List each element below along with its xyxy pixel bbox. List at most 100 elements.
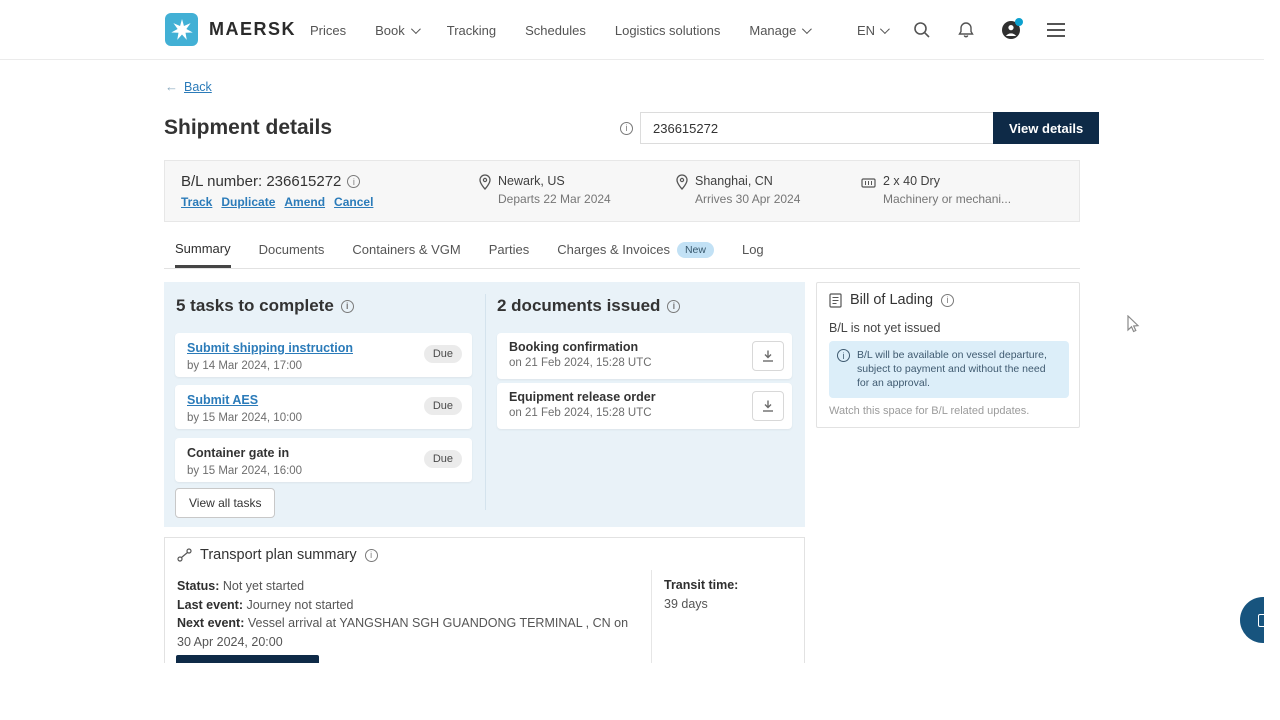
shipment-search: View details (620, 112, 1099, 144)
task-card: Submit shipping instruction by 14 Mar 20… (175, 333, 472, 377)
chat-widget-button[interactable] (1240, 597, 1264, 643)
bl-footnote: Watch this space for B/L related updates… (829, 405, 1029, 417)
document-date: on 21 Feb 2024, 15:28 UTC (509, 407, 782, 419)
bl-summary-bar: B/L number: 236615272 Track Duplicate Am… (164, 160, 1080, 222)
tab-containers-vgm[interactable]: Containers & VGM (352, 240, 460, 268)
bl-number: B/L number: 236615272 (181, 173, 373, 190)
destination-arrival: Arrives 30 Apr 2024 (695, 192, 800, 206)
tasks-documents-panel: 5 tasks to complete Submit shipping inst… (164, 282, 805, 527)
tab-parties[interactable]: Parties (489, 240, 529, 268)
shipment-number-input[interactable] (640, 112, 993, 144)
chevron-down-icon (411, 24, 421, 34)
top-navigation-bar: MAERSK Prices Book Tracking Schedules Lo… (0, 0, 1264, 60)
nav-item-manage[interactable]: Manage (749, 23, 809, 38)
info-icon[interactable] (365, 549, 378, 562)
transport-plan-heading: Transport plan summary (177, 547, 378, 563)
download-icon[interactable] (752, 391, 784, 421)
bill-of-lading-heading: Bill of Lading (829, 292, 954, 308)
document-clipboard-icon (829, 293, 842, 308)
chevron-down-icon (802, 24, 812, 34)
info-icon[interactable] (941, 294, 954, 307)
nav-item-logistics-solutions[interactable]: Logistics solutions (615, 23, 721, 38)
destination-city: Shanghai, CN (695, 174, 800, 188)
document-date: on 21 Feb 2024, 15:28 UTC (509, 357, 782, 369)
destination-info: Shanghai, CN Arrives 30 Apr 2024 (676, 174, 800, 206)
panel-divider (485, 294, 486, 510)
maersk-logo[interactable]: MAERSK (165, 13, 296, 46)
avatar-status-dot (1015, 18, 1023, 26)
nav-item-book[interactable]: Book (375, 23, 418, 38)
bl-actions: Track Duplicate Amend Cancel (181, 195, 373, 209)
mouse-cursor (1126, 315, 1140, 335)
task-due-date: by 15 Mar 2024, 16:00 (187, 465, 462, 477)
account-avatar-icon[interactable] (1001, 20, 1021, 40)
due-badge: Due (424, 345, 462, 363)
task-due-date: by 14 Mar 2024, 17:00 (187, 360, 462, 372)
tab-log[interactable]: Log (742, 240, 764, 268)
download-icon[interactable] (752, 341, 784, 371)
origin-city: Newark, US (498, 174, 611, 188)
bill-of-lading-panel: Bill of Lading B/L is not yet issued B/L… (816, 282, 1080, 428)
due-badge: Due (424, 450, 462, 468)
brand-name: MAERSK (209, 19, 296, 40)
status-line: Status: Not yet started (177, 577, 639, 596)
origin-departure: Departs 22 Mar 2024 (498, 192, 611, 206)
browser-viewport: MAERSK Prices Book Tracking Schedules Lo… (0, 0, 1264, 663)
document-title: Equipment release order (509, 390, 782, 404)
info-icon[interactable] (620, 122, 633, 135)
due-badge: Due (424, 397, 462, 415)
origin-info: Newark, US Departs 22 Mar 2024 (479, 174, 611, 206)
chat-widget-icon (1258, 614, 1264, 627)
page-title: Shipment details (164, 116, 332, 140)
back-arrow-icon: ← (165, 79, 178, 94)
container-icon (861, 176, 876, 190)
track-link[interactable]: Track (181, 195, 212, 209)
cargo-info: 2 x 40 DryMachinery or mechani... (861, 174, 1011, 206)
nav-item-prices[interactable]: Prices (310, 23, 346, 38)
location-pin-icon (479, 174, 491, 190)
task-due-date: by 15 Mar 2024, 10:00 (187, 412, 462, 424)
task-card: Container gate in by 15 Mar 2024, 16:00 … (175, 438, 472, 482)
info-icon[interactable] (341, 300, 354, 313)
header-utilities: EN (857, 0, 1065, 60)
menu-hamburger-icon[interactable] (1047, 23, 1065, 37)
view-all-tasks-button[interactable]: View all tasks (175, 488, 275, 518)
bl-status-text: B/L is not yet issued (829, 321, 940, 335)
cancel-link[interactable]: Cancel (334, 195, 373, 209)
info-icon[interactable] (667, 300, 680, 313)
location-pin-icon (676, 174, 688, 190)
last-event-line: Last event: Journey not started (177, 596, 639, 615)
nav-item-schedules[interactable]: Schedules (525, 23, 586, 38)
card-divider (651, 570, 652, 663)
nav-item-tracking[interactable]: Tracking (447, 23, 496, 38)
amend-link[interactable]: Amend (284, 195, 325, 209)
bl-info-box: B/L will be available on vessel departur… (829, 341, 1069, 398)
info-icon[interactable] (347, 175, 360, 188)
tab-charges-invoices[interactable]: Charges & InvoicesNew (557, 240, 714, 268)
main-nav: Prices Book Tracking Schedules Logistics… (310, 0, 809, 60)
transport-plan-card: Transport plan summary Status: Not yet s… (164, 537, 805, 663)
back-link[interactable]: ← Back (165, 79, 212, 94)
transport-plan-action-button[interactable] (176, 655, 319, 663)
chevron-down-icon (880, 24, 890, 34)
search-icon[interactable] (913, 21, 931, 39)
language-selector[interactable]: EN (857, 23, 887, 38)
view-details-button[interactable]: View details (993, 112, 1099, 144)
cargo-description: Machinery or mechani... (883, 192, 1011, 206)
transit-time-label: Transit time: (664, 578, 738, 592)
new-badge: New (677, 242, 714, 258)
bl-info-text: B/L will be available on vessel departur… (857, 348, 1060, 391)
task-title-container-gate-in: Container gate in (187, 446, 289, 460)
shipment-tabs: Summary Documents Containers & VGM Parti… (164, 240, 1080, 269)
info-icon (837, 349, 850, 362)
task-link-submit-shipping-instruction[interactable]: Submit shipping instruction (187, 341, 353, 355)
document-card: Equipment release order on 21 Feb 2024, … (497, 383, 792, 429)
notifications-bell-icon[interactable] (957, 21, 975, 39)
task-link-submit-aes[interactable]: Submit AES (187, 393, 258, 407)
tab-documents[interactable]: Documents (259, 240, 325, 268)
document-title: Booking confirmation (509, 340, 782, 354)
duplicate-link[interactable]: Duplicate (221, 195, 275, 209)
tab-summary[interactable]: Summary (175, 240, 231, 268)
document-card: Booking confirmation on 21 Feb 2024, 15:… (497, 333, 792, 379)
route-icon (177, 548, 192, 562)
